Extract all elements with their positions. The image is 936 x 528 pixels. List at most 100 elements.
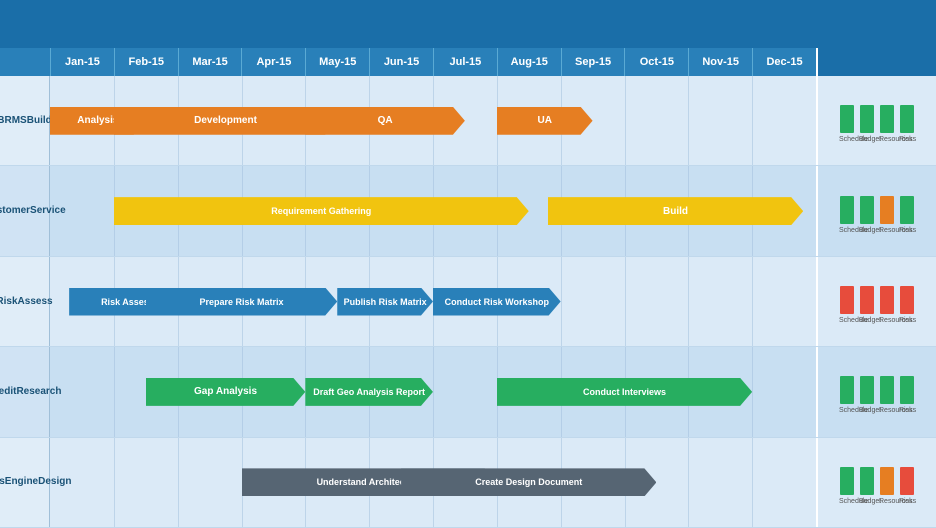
health-label-2-3: Risks — [899, 317, 915, 324]
month-cell-3: Apr-15 — [241, 48, 305, 76]
month-row: Jan-15Feb-15Mar-15Apr-15May-15Jun-15Jul-… — [0, 48, 936, 76]
health-bar-col-3-0 — [839, 376, 855, 404]
health-label-0-2: Resources — [879, 136, 895, 143]
health-label-2-1: Budget — [859, 317, 875, 324]
health-label-2-0: Schedule — [839, 317, 855, 324]
row-label-4: RulesEngineDesign — [0, 438, 50, 527]
project-row-0: BRMSBuildAnalysisDevelopmentQAUASchedule… — [0, 76, 936, 166]
health-labels-row-1: Schedule Budget Resources Risks — [839, 227, 915, 234]
row-label-3: CreditResearch — [0, 347, 50, 436]
gantt-area-0: AnalysisDevelopmentQAUA — [50, 76, 816, 165]
month-cell-1: Feb-15 — [114, 48, 178, 76]
months-area: Jan-15Feb-15Mar-15Apr-15May-15Jun-15Jul-… — [50, 48, 816, 76]
month-cell-5: Jun-15 — [369, 48, 433, 76]
health-label-4-2: Resources — [879, 498, 895, 505]
vgrid-1 — [114, 347, 115, 436]
health-label-4-1: Budget — [859, 498, 875, 505]
row-label-0: BRMSBuild — [0, 76, 50, 165]
health-panel-3: Schedule Budget Resources Risks — [816, 347, 936, 436]
row-label-spacer — [0, 48, 50, 76]
vgrid-10 — [688, 76, 689, 165]
gantt-inner-1: Requirement Gathering Build — [50, 166, 816, 255]
health-bar-col-3-1 — [859, 376, 875, 404]
gantt-inner-0: AnalysisDevelopmentQAUA — [50, 76, 816, 165]
task-bar-3-1: Draft Geo Analysis Report — [305, 378, 433, 406]
health-panel-2: Schedule Budget Resources Risks — [816, 257, 936, 346]
vgrid-2 — [178, 438, 179, 527]
health-label-1-2: Resources — [879, 227, 895, 234]
health-label-3-3: Risks — [899, 407, 915, 414]
health-panel-4: ScheduleBudgetResourcesRisks — [816, 438, 936, 527]
health-bar-col-4-1 — [859, 467, 875, 495]
vgrid-11 — [752, 438, 753, 527]
health-label-1-0: Schedule — [839, 227, 855, 234]
health-labels-row-4: ScheduleBudgetResourcesRisks — [839, 498, 915, 505]
gantt-area-2: Risk Assessment PlanPrepare Risk MatrixP… — [50, 257, 816, 346]
health-label-3-2: Resources — [879, 407, 895, 414]
health-bar-col-0-1 — [859, 105, 875, 133]
content-area: BRMSBuildAnalysisDevelopmentQAUASchedule… — [0, 76, 936, 528]
project-row-4: RulesEngineDesignUnderstand Architecture… — [0, 438, 936, 528]
task-bar-0-3: UA — [497, 107, 593, 135]
project-health-header — [816, 48, 936, 76]
vgrid-6 — [433, 347, 434, 436]
project-row-3: CreditResearchGap AnalysisDraft Geo Anal… — [0, 347, 936, 437]
health-bar-col-2-1 — [859, 286, 875, 314]
vgrid-11 — [752, 347, 753, 436]
health-label-1-1: Budget — [859, 227, 875, 234]
gantt-inner-2: Risk Assessment PlanPrepare Risk MatrixP… — [50, 257, 816, 346]
health-bars-1 — [839, 189, 915, 224]
health-panel-1: Schedule Budget Resources Risks — [816, 166, 936, 255]
task-bar-0-1: Development — [114, 107, 337, 135]
health-bar-col-2-3 — [899, 286, 915, 314]
health-bar-col-0-2 — [879, 105, 895, 133]
month-cell-0: Jan-15 — [50, 48, 114, 76]
gantt-area-3: Gap AnalysisDraft Geo Analysis ReportCon… — [50, 347, 816, 436]
gantt-area-4: Understand ArchitectureCreate Design Doc… — [50, 438, 816, 527]
task-bar-0-2: QA — [305, 107, 465, 135]
health-label-0-0: Schedule — [839, 136, 855, 143]
health-bars-2 — [839, 279, 915, 314]
health-bars-0 — [839, 98, 915, 133]
health-labels-row-0: ScheduleBudgetResourcesRisks — [839, 136, 915, 143]
health-label-3-1: Budget — [859, 407, 875, 414]
health-labels-row-3: Schedule Budget Resources Risks — [839, 407, 915, 414]
health-bar-col-4-0 — [839, 467, 855, 495]
health-bars-4 — [839, 460, 915, 495]
month-cell-8: Sep-15 — [561, 48, 625, 76]
health-bar-col-3-3 — [899, 376, 915, 404]
health-bar-col-0-3 — [899, 105, 915, 133]
month-cell-4: May-15 — [305, 48, 369, 76]
vgrid-9 — [625, 76, 626, 165]
vgrid-10 — [688, 257, 689, 346]
month-cell-2: Mar-15 — [178, 48, 242, 76]
health-label-3-0: Schedule — [839, 407, 855, 414]
health-bar-col-1-3 — [899, 196, 915, 224]
task-bar-1-1: Build — [548, 197, 803, 225]
health-bar-col-1-1 — [859, 196, 875, 224]
row-label-2: RiskAssess — [0, 257, 50, 346]
health-label-2-2: Resources — [879, 317, 895, 324]
header — [0, 0, 936, 48]
health-label-4-3: Risks — [899, 498, 915, 505]
vgrid-1 — [114, 438, 115, 527]
vgrid-11 — [752, 257, 753, 346]
health-label-0-1: Budget — [859, 136, 875, 143]
vgrid-11 — [752, 76, 753, 165]
health-label-1-3: Risks — [899, 227, 915, 234]
health-panel-0: ScheduleBudgetResourcesRisks — [816, 76, 936, 165]
health-bar-col-0-0 — [839, 105, 855, 133]
health-bar-col-4-2 — [879, 467, 895, 495]
vgrid-10 — [688, 438, 689, 527]
health-labels-row-2: Schedule Budget Resources Risks — [839, 317, 915, 324]
vgrid-9 — [625, 257, 626, 346]
main-container: Jan-15Feb-15Mar-15Apr-15May-15Jun-15Jul-… — [0, 0, 936, 528]
task-bar-1-0: Requirement Gathering — [114, 197, 529, 225]
month-cell-10: Nov-15 — [688, 48, 752, 76]
project-row-2: RiskAssessRisk Assessment PlanPrepare Ri… — [0, 257, 936, 347]
vgrid-8 — [561, 257, 562, 346]
gantt-inner-4: Understand ArchitectureCreate Design Doc… — [50, 438, 816, 527]
health-bar-col-3-2 — [879, 376, 895, 404]
task-bar-4-1: Create Design Document — [401, 468, 656, 496]
task-bar-2-1: Prepare Risk Matrix — [146, 288, 338, 316]
